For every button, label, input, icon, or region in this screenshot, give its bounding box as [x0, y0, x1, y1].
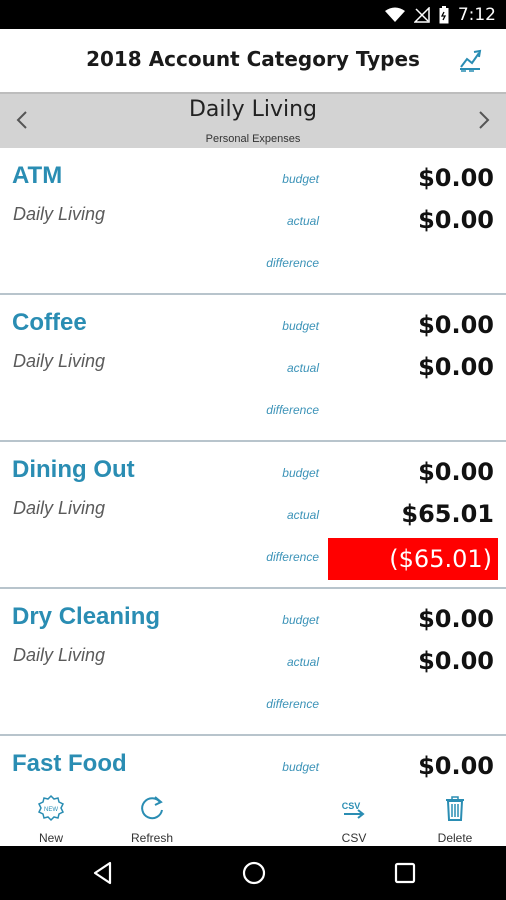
svg-text:NEW: NEW — [44, 807, 58, 813]
back-triangle-icon — [93, 861, 112, 885]
item-category: Daily Living — [13, 351, 106, 371]
actual-value: $65.01 — [401, 500, 494, 528]
back-button[interactable] — [90, 860, 116, 886]
budget-value: $0.00 — [418, 752, 494, 780]
next-category-button[interactable] — [470, 106, 498, 134]
refresh-label: Refresh — [130, 831, 174, 845]
item-name: Dining Out — [12, 456, 135, 483]
item-category: Daily Living — [13, 204, 106, 224]
actual-value: $0.00 — [418, 206, 494, 234]
status-icons: 7:12 — [384, 5, 496, 25]
list-item[interactable]: Coffee Daily Living budget actual differ… — [0, 295, 506, 442]
wifi-icon — [384, 7, 405, 22]
no-signal-icon — [413, 7, 430, 23]
new-badge-icon: NEW — [37, 794, 65, 822]
item-name: Dry Cleaning — [12, 603, 161, 630]
actual-value: $0.00 — [418, 353, 494, 381]
actual-label: actual — [286, 361, 319, 375]
list-item[interactable]: ATM Daily Living budget actual differenc… — [0, 148, 506, 295]
svg-text:CSV: CSV — [342, 801, 361, 811]
home-button[interactable] — [241, 860, 267, 886]
budget-value: $0.00 — [418, 311, 494, 339]
category-name: Daily Living — [188, 97, 318, 122]
budget-value: $0.00 — [418, 164, 494, 192]
chart-trend-button[interactable] — [458, 47, 484, 73]
budget-value: $0.00 — [418, 458, 494, 486]
page-title: 2018 Account Category Types — [86, 47, 420, 71]
budget-label: budget — [282, 613, 319, 627]
category-nav: Daily Living Personal Expenses — [0, 92, 506, 148]
difference-label: difference — [266, 697, 319, 711]
difference-label: difference — [266, 403, 319, 417]
refresh-button[interactable]: Refresh — [112, 788, 192, 846]
item-name: ATM — [12, 162, 63, 189]
bottom-toolbar: NEW New Refresh CSV CSV Delete — [0, 788, 506, 846]
list-item[interactable]: Dry Cleaning Daily Living budget actual … — [0, 589, 506, 736]
budget-label: budget — [282, 760, 319, 774]
recents-button[interactable] — [392, 860, 418, 886]
chart-trend-icon — [460, 49, 482, 72]
list-item[interactable]: Dining Out Daily Living budget actual di… — [0, 442, 506, 589]
recents-square-icon — [394, 862, 416, 884]
actual-label: actual — [286, 655, 319, 669]
difference-value — [328, 391, 498, 433]
difference-value — [328, 685, 498, 727]
refresh-icon — [141, 796, 163, 820]
status-time: 7:12 — [457, 5, 496, 25]
item-category: Daily Living — [13, 498, 106, 518]
home-circle-icon — [242, 861, 266, 885]
item-name: Fast Food — [12, 750, 127, 777]
new-label: New — [38, 831, 63, 845]
difference-value: ($65.01) — [328, 538, 498, 580]
system-nav-bar — [0, 846, 506, 900]
app-header: 2018 Account Category Types — [0, 29, 506, 92]
category-list: ATM Daily Living budget actual differenc… — [0, 148, 506, 788]
csv-label: CSV — [341, 831, 367, 845]
difference-value — [328, 244, 498, 286]
chevron-right-icon — [479, 111, 490, 129]
delete-button[interactable]: Delete — [415, 788, 495, 846]
item-name: Coffee — [12, 309, 87, 336]
budget-label: budget — [282, 319, 319, 333]
budget-label: budget — [282, 466, 319, 480]
budget-label: budget — [282, 172, 319, 186]
category-subtitle: Personal Expenses — [205, 133, 301, 145]
delete-label: Delete — [437, 831, 473, 845]
battery-icon — [439, 6, 449, 24]
csv-export-icon: CSV — [342, 801, 365, 819]
actual-label: actual — [286, 214, 319, 228]
csv-button[interactable]: CSV CSV — [314, 788, 394, 846]
actual-label: actual — [286, 508, 319, 522]
new-button[interactable]: NEW New — [11, 788, 91, 846]
trash-icon — [446, 796, 464, 821]
actual-value: $0.00 — [418, 647, 494, 675]
list-item[interactable]: Fast Food budget $0.00 — [0, 736, 506, 788]
status-bar: 7:12 — [0, 0, 506, 29]
item-category: Daily Living — [13, 645, 106, 665]
difference-label: difference — [266, 550, 319, 564]
difference-label: difference — [266, 256, 319, 270]
budget-value: $0.00 — [418, 605, 494, 633]
